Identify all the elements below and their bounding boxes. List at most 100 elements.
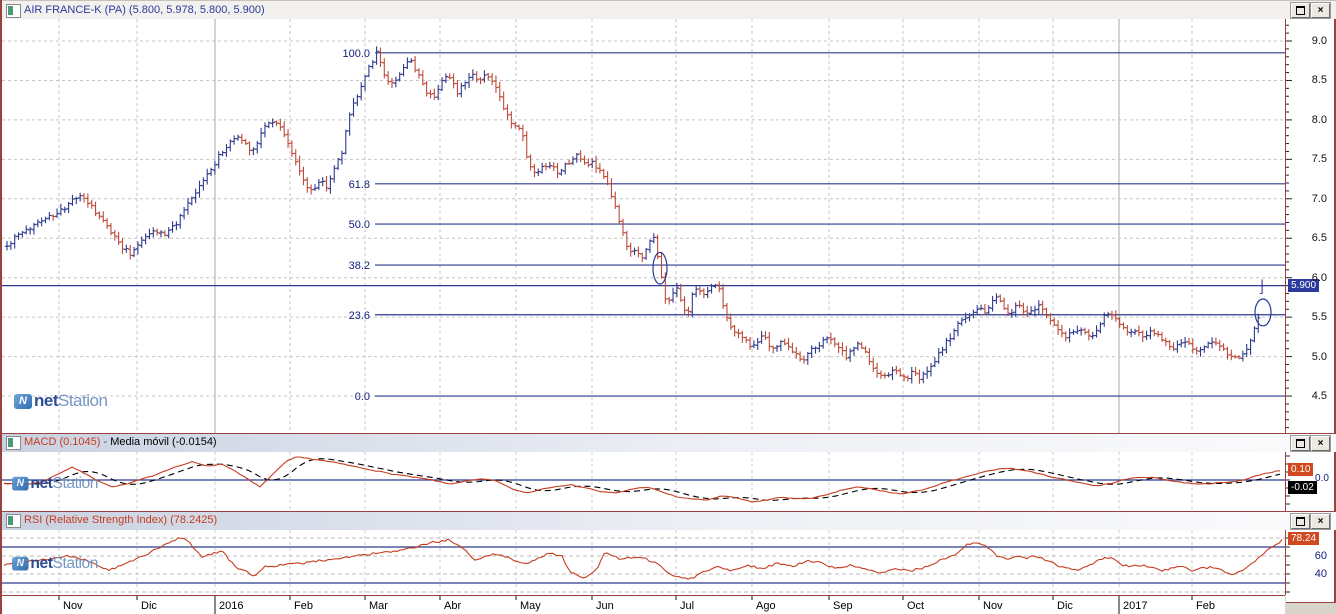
ohlc-bar xyxy=(986,305,991,315)
rsi-axis[interactable]: 78.24 60 40 xyxy=(1286,530,1336,603)
ohlc-bar xyxy=(890,366,895,381)
ohlc-bar xyxy=(1163,337,1169,347)
price-axis[interactable]: 5.900 9.0 8.5 8.0 7.5 7.0 6.5 6.0 5.5 5.0 4.5 xyxy=(1286,19,1336,433)
ellipse-annotation[interactable] xyxy=(652,251,668,285)
ohlc-bar xyxy=(1121,322,1126,330)
rsi-minimize-button[interactable] xyxy=(1291,514,1310,529)
ohlc-bar xyxy=(166,227,171,239)
ohlc-bar xyxy=(339,150,345,165)
ohlc-bar xyxy=(332,165,337,183)
ohlc-bar xyxy=(805,352,810,365)
ohlc-bar xyxy=(385,71,391,85)
macd-svg xyxy=(2,452,1285,511)
rsi-chart-area[interactable]: N net Station xyxy=(2,530,1286,595)
rsi-close-icon: × xyxy=(1317,515,1324,527)
ohlc-bar xyxy=(243,138,248,145)
ohlc-bar xyxy=(1252,326,1257,343)
price-tick-label: 4.5 xyxy=(1311,390,1327,403)
ohlc-bar xyxy=(582,155,587,165)
macd-minimize-button[interactable] xyxy=(1291,436,1310,451)
ohlc-bar xyxy=(212,160,218,175)
ohlc-bar xyxy=(547,161,553,169)
instrument-title: AIR FRANCE-K (PA) (5.800, 5.978, 5.800, … xyxy=(24,4,265,16)
ohlc-bar xyxy=(1240,350,1246,362)
macd-value-box: 0.10 xyxy=(1288,463,1314,476)
close-button[interactable]: × xyxy=(1311,3,1330,18)
ohlc-bar xyxy=(397,72,402,82)
ohlc-bar xyxy=(1090,331,1095,340)
macd-close-button[interactable]: × xyxy=(1311,436,1330,451)
ohlc-bar xyxy=(932,357,938,368)
ohlc-bar xyxy=(994,293,999,304)
ohlc-bar xyxy=(231,135,237,145)
ohlc-bar xyxy=(982,303,988,315)
macd-separator: - xyxy=(103,436,108,448)
ohlc-bar xyxy=(205,168,210,185)
ohlc-bar xyxy=(274,120,279,127)
ohlc-bar xyxy=(632,247,637,256)
time-axis-label: May xyxy=(520,600,541,612)
ohlc-bar xyxy=(1179,339,1184,348)
ohlc-bar xyxy=(143,233,148,245)
ellipse-annotation[interactable] xyxy=(1254,298,1272,327)
ohlc-bar xyxy=(66,201,71,214)
ohlc-bar xyxy=(1136,325,1142,337)
macd-signal-label: Media móvil (-0.0154) xyxy=(110,436,217,448)
ohlc-bar xyxy=(128,244,133,260)
time-axis-label: 2017 xyxy=(1123,600,1147,612)
ohlc-bar xyxy=(343,129,348,155)
ohlc-bar xyxy=(1125,325,1130,336)
ohlc-bar xyxy=(1067,328,1072,343)
rsi-header: RSI (Relative Strength Index) (78.2425) … xyxy=(2,511,1336,531)
ohlc-bar xyxy=(959,317,964,326)
ohlc-bar xyxy=(1098,322,1103,334)
ohlc-bar xyxy=(247,141,252,156)
ohlc-bar xyxy=(301,166,306,186)
fib-label: 100.0 xyxy=(342,48,370,60)
ohlc-bar xyxy=(262,122,268,138)
ohlc-bar xyxy=(1009,308,1015,318)
time-axis-label: Oct xyxy=(907,600,924,612)
chart-icon xyxy=(6,4,21,18)
ohlc-bar xyxy=(174,221,179,231)
ohlc-bar xyxy=(770,345,776,354)
ohlc-bar xyxy=(1152,328,1157,337)
ohlc-bar xyxy=(844,345,849,361)
ohlc-bar xyxy=(732,324,737,337)
ohlc-bar xyxy=(1221,343,1226,351)
ohlc-bar xyxy=(1117,317,1122,328)
ohlc-bar xyxy=(1167,340,1172,351)
ohlc-bar xyxy=(701,288,707,299)
ohlc-bar xyxy=(898,368,903,377)
ohlc-bar xyxy=(1129,328,1134,338)
time-axis[interactable]: Nov Dic 2016 Feb Mar Abr May Jun Jul Ago Sep Oct Nov… xyxy=(2,595,1285,614)
macd-axis[interactable]: 0.10 0.0 -0.02 xyxy=(1286,452,1336,511)
price-chart-area[interactable]: 100.0 61.8 50.0 38.2 23.6 0.0 N net Station xyxy=(2,19,1286,433)
ohlc-bar xyxy=(77,192,83,202)
ohlc-bar xyxy=(636,246,641,258)
ohlc-bar xyxy=(382,58,387,79)
ohlc-bar xyxy=(120,237,125,254)
ohlc-bar xyxy=(613,191,618,209)
restore-button[interactable] xyxy=(1291,3,1310,18)
price-tick-label: 9.0 xyxy=(1311,35,1327,47)
ohlc-bar xyxy=(566,159,572,165)
ohlc-bar xyxy=(978,304,984,311)
ohlc-bar xyxy=(189,196,194,206)
time-axis-label: Feb xyxy=(1196,600,1215,612)
ohlc-bar xyxy=(293,149,298,166)
rsi-close-button[interactable]: × xyxy=(1311,514,1330,529)
macd-chart-area[interactable]: N net Station xyxy=(2,452,1286,511)
ohlc-bar xyxy=(328,175,333,194)
fib-label: 38.2 xyxy=(349,260,370,272)
ohlc-bar xyxy=(905,375,911,382)
ohlc-bar xyxy=(616,204,622,224)
ohlc-bar xyxy=(720,283,726,309)
ohlc-bar xyxy=(913,366,918,377)
time-axis-label: 2016 xyxy=(219,600,243,612)
ohlc-bar xyxy=(551,162,556,172)
ohlc-bar xyxy=(894,365,899,375)
ohlc-bar xyxy=(1021,302,1026,316)
ohlc-bar xyxy=(459,82,464,98)
ohlc-bar xyxy=(520,124,526,142)
